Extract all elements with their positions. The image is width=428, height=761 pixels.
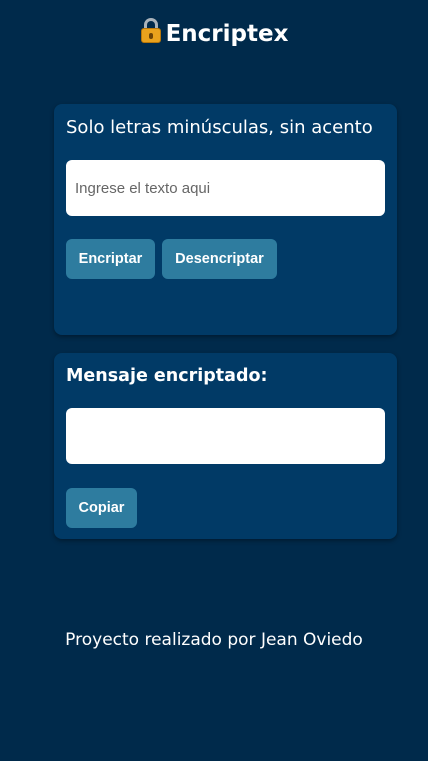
app-page: Encriptex Solo letras minúsculas, sin ac… <box>0 0 428 761</box>
output-card: Mensaje encriptado: Copiar <box>54 353 397 539</box>
footer-credit: Proyecto realizado por Jean Oviedo <box>65 630 363 650</box>
input-card: Solo letras minúsculas, sin acento Encri… <box>54 104 397 335</box>
input-instructions: Solo letras minúsculas, sin acento <box>66 117 373 138</box>
lock-icon <box>140 16 162 44</box>
decrypt-button[interactable]: Desencriptar <box>162 239 277 279</box>
encrypt-button[interactable]: Encriptar <box>66 239 155 279</box>
app-header: Encriptex <box>0 16 428 50</box>
app-title: Encriptex <box>165 21 289 47</box>
text-input[interactable] <box>66 160 385 216</box>
encrypted-output-field[interactable] <box>66 408 385 464</box>
copy-button[interactable]: Copiar <box>66 488 137 528</box>
output-title: Mensaje encriptado: <box>66 366 268 386</box>
